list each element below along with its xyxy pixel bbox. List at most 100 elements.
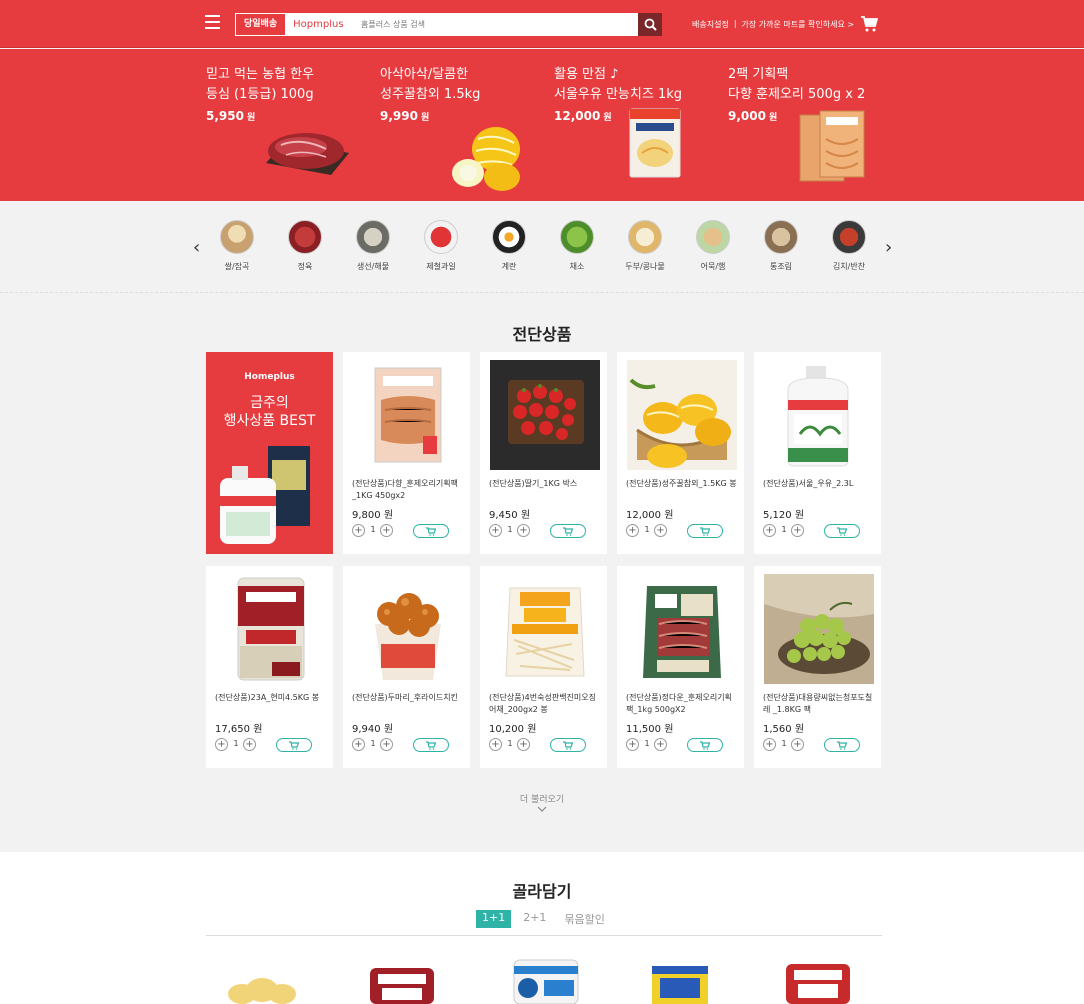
banner-title: 2팩 기획팩 다향 훈제오리 500g x 2 (728, 67, 866, 102)
add-to-cart-button[interactable] (413, 738, 449, 752)
product-image[interactable] (627, 360, 737, 470)
quantity-increase-button[interactable]: + (380, 524, 393, 537)
nearest-store-link[interactable]: 가장 가까운 마트를 확인하세요 > (742, 19, 855, 30)
product-controls: + 1 + (215, 738, 327, 752)
quantity-decrease-button[interactable]: + (352, 738, 365, 751)
product-image[interactable] (222, 956, 302, 1004)
quantity-decrease-button[interactable]: + (626, 738, 639, 751)
quantity-increase-button[interactable]: + (791, 524, 804, 537)
add-to-cart-button[interactable] (276, 738, 312, 752)
add-to-cart-button[interactable] (550, 738, 586, 752)
hamburger-menu-icon[interactable] (205, 15, 220, 29)
cart-icon (563, 526, 573, 536)
tab-same-day-delivery[interactable]: 당일배송 (236, 14, 285, 35)
quantity-value: 1 (781, 525, 787, 534)
add-to-cart-button[interactable] (687, 738, 723, 752)
category-item-egg[interactable]: 계란 (484, 220, 534, 272)
promo-brand: Homeplus (244, 372, 295, 382)
product-image[interactable] (362, 956, 442, 1004)
banner-item-beef[interactable]: 믿고 먹는 농협 한우 등심 (1등급) 100g 5,950 원 (206, 65, 376, 195)
quantity-decrease-button[interactable]: + (626, 524, 639, 537)
product-card: (전단상품)딸기_1KG 박스 9,450 원 + 1 + (480, 352, 607, 554)
product-image[interactable] (627, 574, 737, 684)
quantity-increase-button[interactable]: + (243, 738, 256, 751)
product-image[interactable] (353, 574, 463, 684)
tab-two-plus-one[interactable]: 2+1 (517, 910, 552, 928)
product-card: (전단상품)성주꿀참외_1.5KG 봉 12,000 원 + 1 + (617, 352, 744, 554)
category-item-fruit[interactable]: 제철과일 (416, 220, 466, 272)
flyer-section-title: 전단상품 (512, 325, 572, 344)
product-image[interactable] (353, 360, 463, 470)
product-name[interactable]: (전단상품)23A_현미4.5KG 봉 (215, 692, 327, 704)
search-box (352, 13, 662, 36)
melon-image (452, 127, 520, 191)
add-to-cart-button[interactable] (550, 524, 586, 538)
banner-title: 활용 만점 ♪ 서울우유 만능치즈 1kg (554, 67, 682, 102)
product-image[interactable] (764, 360, 874, 470)
add-to-cart-button[interactable] (824, 738, 860, 752)
category-item-seafood[interactable]: 생선/해물 (348, 220, 398, 272)
category-item-rice[interactable]: 쌀/잡곡 (212, 220, 262, 272)
product-card: (전단상품)4번숙성판백진미오징어채_200gx2 봉 10,200 원 + 1… (480, 566, 607, 768)
product-image[interactable] (778, 956, 858, 1004)
add-to-cart-button[interactable] (413, 524, 449, 538)
load-more-label: 더 불러오기 (519, 795, 565, 805)
quantity-increase-button[interactable]: + (517, 524, 530, 537)
tab-one-plus-one[interactable]: 1+1 (476, 910, 512, 928)
category-item-meat[interactable]: 정육 (280, 220, 330, 272)
product-name[interactable]: (전단상품)4번숙성판백진미오징어채_200gx2 봉 (489, 692, 601, 716)
product-image[interactable] (490, 574, 600, 684)
category-prev-arrow-icon[interactable]: ‹ (193, 237, 200, 258)
search-icon (644, 18, 657, 31)
category-item-fishcake[interactable]: 어묵/햄 (688, 220, 738, 272)
quantity-decrease-button[interactable]: + (352, 524, 365, 537)
quantity-decrease-button[interactable]: + (215, 738, 228, 751)
product-image[interactable] (640, 956, 720, 1004)
product-name[interactable]: (전단상품)서울_우유_2.3L (763, 478, 875, 490)
banner-item-duck[interactable]: 2팩 기획팩 다향 훈제오리 500g x 2 9,000 원 (728, 65, 898, 195)
pick-divider (206, 935, 882, 936)
search-button[interactable] (638, 13, 662, 36)
product-price: 10,200 원 (489, 724, 537, 735)
address-setting-link[interactable]: 배송지설정 (692, 19, 729, 30)
product-price: 9,940 원 (352, 724, 394, 735)
banner-item-melon[interactable]: 아삭아삭/달콤한 성주꿀참외 1.5kg 9,990 원 (380, 65, 550, 195)
quantity-increase-button[interactable]: + (791, 738, 804, 751)
tab-bundle-discount[interactable]: 묶음할인 (558, 910, 610, 928)
quantity-increase-button[interactable]: + (654, 524, 667, 537)
quantity-increase-button[interactable]: + (517, 738, 530, 751)
header-links: 배송지설정 | 가장 가까운 마트를 확인하세요 > (692, 19, 854, 30)
product-name[interactable]: (전단상품)두마리_후라이드치킨 (352, 692, 464, 704)
weekly-best-promo-card[interactable]: Homeplus 금주의 행사상품 BEST (206, 352, 333, 554)
category-item-vegetable[interactable]: 채소 (552, 220, 602, 272)
cart-icon[interactable] (860, 15, 878, 33)
product-name[interactable]: (전단상품)성주꿀참외_1.5KG 봉 (626, 478, 738, 490)
quantity-increase-button[interactable]: + (654, 738, 667, 751)
product-image[interactable] (506, 956, 586, 1004)
load-more-button[interactable]: 더 불러오기 (500, 792, 584, 815)
product-name[interactable]: (전단상품)다향_훈제오리기획팩_1KG 450gx2 (352, 478, 464, 502)
quantity-decrease-button[interactable]: + (763, 738, 776, 751)
product-image[interactable] (764, 574, 874, 684)
product-image[interactable] (490, 360, 600, 470)
cart-icon (700, 740, 710, 750)
quantity-decrease-button[interactable]: + (763, 524, 776, 537)
banner-item-cheese[interactable]: 활용 만점 ♪ 서울우유 만능치즈 1kg 12,000 원 (554, 65, 724, 195)
category-next-arrow-icon[interactable]: › (885, 237, 892, 258)
add-to-cart-button[interactable] (687, 524, 723, 538)
category-item-canned[interactable]: 통조림 (756, 220, 806, 272)
search-input[interactable] (352, 13, 638, 36)
tab-homeplus[interactable]: Hopmplus (285, 14, 352, 35)
category-item-kimchi[interactable]: 김치/반찬 (824, 220, 874, 272)
product-image[interactable] (216, 574, 326, 684)
add-to-cart-button[interactable] (824, 524, 860, 538)
product-name[interactable]: (전단상품)딸기_1KG 박스 (489, 478, 601, 490)
product-name[interactable]: (전단상품)대용량씨없는청포도칠레 _1.8KG 팩 (763, 692, 875, 716)
product-name[interactable]: (전단상품)정다운_훈제오리기획팩_1kg 500gX2 (626, 692, 738, 716)
quantity-decrease-button[interactable]: + (489, 738, 502, 751)
quantity-increase-button[interactable]: + (380, 738, 393, 751)
category-item-tofu[interactable]: 두부/콩나물 (620, 220, 670, 272)
quantity-decrease-button[interactable]: + (489, 524, 502, 537)
quantity-value: 1 (507, 739, 513, 748)
quantity-value: 1 (370, 739, 376, 748)
